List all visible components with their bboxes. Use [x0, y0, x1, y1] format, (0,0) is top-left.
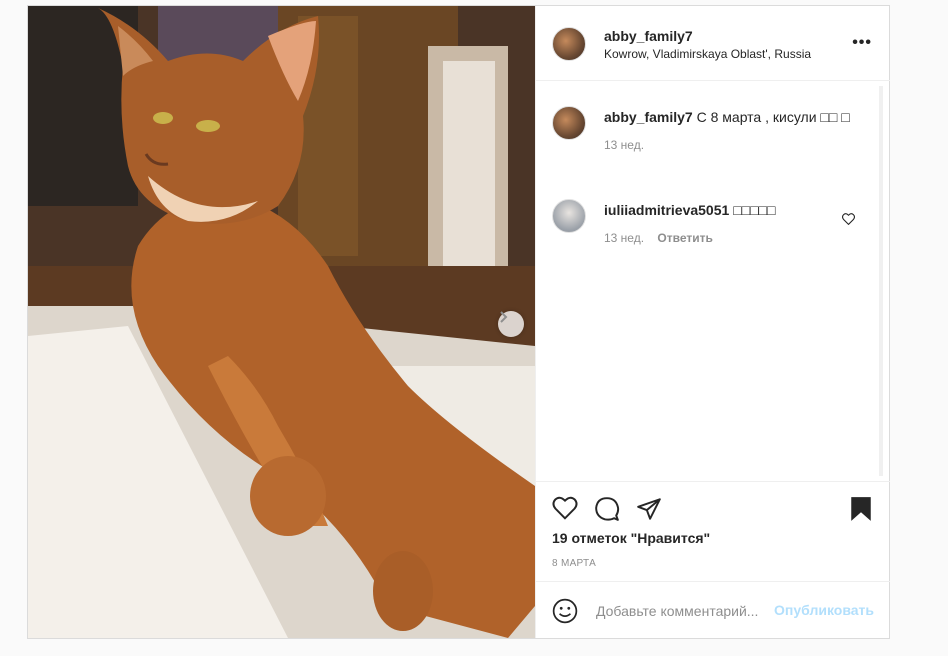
comment-meta: 13 нед. Ответить — [604, 231, 844, 245]
comment-input[interactable] — [594, 598, 798, 624]
chevron-right-icon — [500, 311, 508, 323]
comment-like-button[interactable] — [842, 212, 855, 230]
next-photo-button[interactable] — [498, 311, 524, 337]
post-sidebar: abby_family7 Kowrow, Vladimirskaya Oblas… — [535, 6, 890, 638]
more-horizontal-icon: ••• — [852, 34, 872, 51]
share-button[interactable] — [636, 496, 662, 527]
save-button[interactable] — [850, 496, 872, 527]
comment-body: □□□□□ — [733, 202, 776, 218]
comment-button[interactable] — [594, 496, 620, 527]
caption-time[interactable]: 13 нед. — [604, 138, 854, 152]
caption-username[interactable]: abby_family7 — [604, 109, 693, 125]
comment-bubble-icon — [595, 497, 620, 521]
post-date[interactable]: 8 МАРТА — [552, 558, 596, 569]
author-info: abby_family7 Kowrow, Vladimirskaya Oblas… — [604, 28, 811, 61]
reply-button[interactable]: Ответить — [657, 231, 712, 245]
post-actions: 19 отметок "Нравится" 8 МАРТА — [536, 481, 890, 581]
add-comment-bar: Опубликовать — [536, 581, 890, 638]
author-location[interactable]: Kowrow, Vladimirskaya Oblast', Russia — [604, 47, 811, 61]
comment-time[interactable]: 13 нед. — [604, 231, 644, 245]
post-photo[interactable] — [28, 6, 535, 638]
commenter-avatar[interactable] — [552, 199, 586, 233]
small-heart-icon — [842, 213, 855, 226]
caption-avatar[interactable] — [552, 106, 586, 140]
like-button[interactable] — [552, 496, 578, 525]
likes-count[interactable]: 19 отметок "Нравится" — [552, 530, 710, 546]
comments-section: abby_family7 С 8 марта , кисули □□ □ 13 … — [536, 81, 890, 481]
emoji-button[interactable] — [552, 598, 578, 629]
comments-scrollbar[interactable] — [879, 86, 883, 476]
bookmark-icon — [851, 497, 871, 521]
post-header: abby_family7 Kowrow, Vladimirskaya Oblas… — [536, 6, 890, 81]
post-dialog: abby_family7 Kowrow, Vladimirskaya Oblas… — [27, 5, 890, 639]
comment-item: iuliiadmitrieva5051 □□□□□ 13 нед. Ответи… — [604, 201, 844, 245]
publish-button[interactable]: Опубликовать — [774, 602, 874, 618]
caption-block: abby_family7 С 8 марта , кисули □□ □ 13 … — [604, 108, 854, 152]
caption-text: abby_family7 С 8 марта , кисули □□ □ — [604, 108, 854, 126]
comment-text: iuliiadmitrieva5051 □□□□□ — [604, 201, 844, 219]
more-options-button[interactable]: ••• — [852, 34, 872, 52]
heart-icon — [552, 496, 578, 520]
comment-username[interactable]: iuliiadmitrieva5051 — [604, 202, 729, 218]
caption-body: С 8 марта , кисули □□ □ — [696, 109, 850, 125]
emoji-icon — [552, 598, 578, 624]
author-avatar[interactable] — [552, 27, 586, 61]
paper-plane-icon — [637, 498, 661, 520]
author-username[interactable]: abby_family7 — [604, 28, 811, 44]
cat-photo-illustration — [28, 6, 535, 638]
